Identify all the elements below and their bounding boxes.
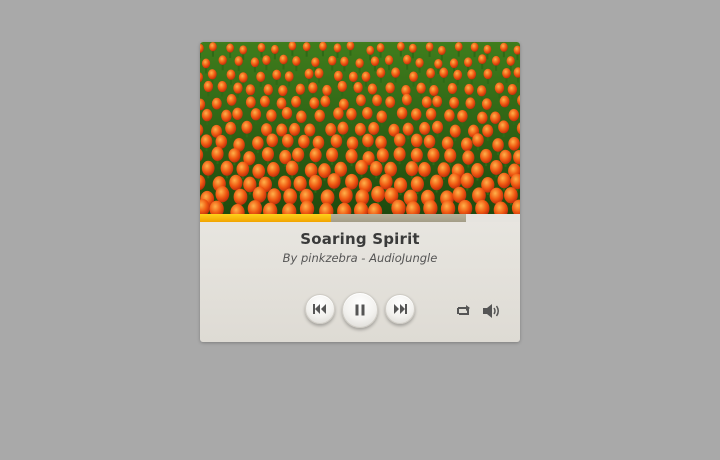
pause-button[interactable] [342,292,378,328]
pause-icon [355,304,365,316]
next-button[interactable] [385,294,415,324]
track-info: Soaring Spirit By pinkzebra - AudioJungl… [200,230,520,265]
audio-player: Soaring Spirit By pinkzebra - AudioJungl… [200,42,520,342]
track-artist: By pinkzebra - AudioJungle [282,251,438,265]
skip-back-icon [313,304,326,314]
previous-button[interactable] [305,294,335,324]
volume-icon[interactable] [483,303,501,319]
repeat-icon[interactable] [456,305,472,317]
progress-bar[interactable] [200,214,520,222]
played-bar [200,214,332,222]
album-artwork [200,42,520,214]
track-title: Soaring Spirit [300,230,420,248]
skip-forward-icon [394,304,407,314]
